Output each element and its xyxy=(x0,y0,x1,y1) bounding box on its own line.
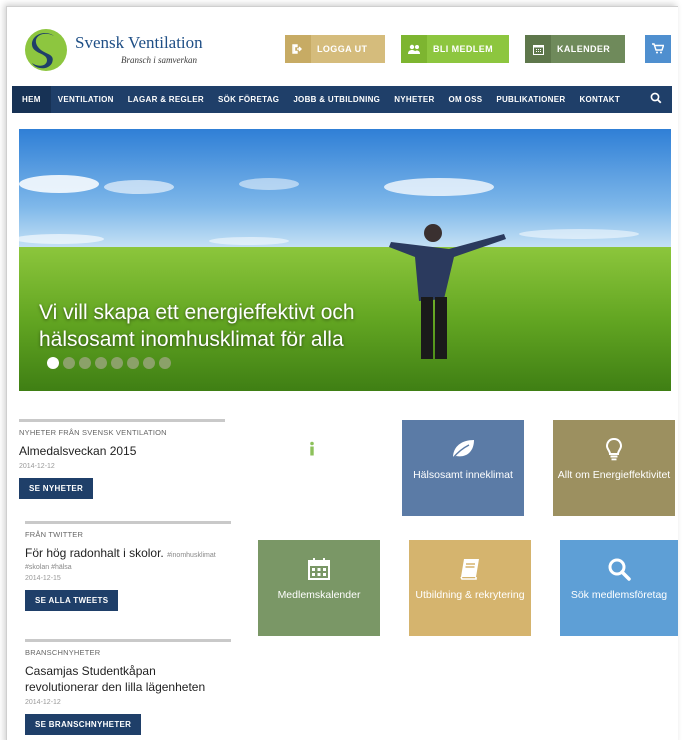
cart-button[interactable] xyxy=(645,35,671,63)
nav-item-hem[interactable]: HEM xyxy=(12,86,51,113)
divider xyxy=(25,639,231,642)
nav-item-sok-foretag[interactable]: SÖK FÖRETAG xyxy=(211,86,286,113)
page-frame: Svensk Ventilation Bransch i samverkan L… xyxy=(6,6,678,740)
logo-subtitle: Bransch i samverkan xyxy=(121,55,197,65)
logout-button[interactable]: LOGGA UT xyxy=(285,35,385,63)
logo-mark-icon xyxy=(25,29,67,71)
tweet-text[interactable]: För hög radonhalt i skolor. #inomhusklim… xyxy=(25,545,231,564)
nav-item-lagar-regler[interactable]: LAGAR & REGLER xyxy=(121,86,211,113)
tile-ventilation[interactable]: Allt om Ventilation xyxy=(251,420,373,516)
tweet-headline: För hög radonhalt i skolor. xyxy=(25,546,164,560)
tile-label: Sök medlemsföretag xyxy=(570,589,668,601)
nav-item-publikationer[interactable]: PUBLIKATIONER xyxy=(489,86,572,113)
tile-label: Utbildning & rekrytering xyxy=(415,589,525,601)
divider xyxy=(25,521,231,524)
slider-dot[interactable] xyxy=(159,357,171,369)
search-icon xyxy=(607,554,631,584)
tile-label: Hälsosamt inneklimat xyxy=(413,469,513,481)
slider-dot[interactable] xyxy=(95,357,107,369)
logout-label: LOGGA UT xyxy=(317,44,368,54)
slider-dot[interactable] xyxy=(63,357,75,369)
logo-title: Svensk Ventilation xyxy=(75,33,203,52)
nav-item-kontakt[interactable]: KONTAKT xyxy=(572,86,627,113)
tile-member-calendar[interactable]: Medlemskalender xyxy=(258,540,380,636)
see-bransch-news-button[interactable]: SE BRANSCHNYHETER xyxy=(25,714,142,735)
news-kicker: NYHETER FRÅN SVENSK VENTILATION xyxy=(19,428,167,437)
bransch-headline[interactable]: Casamjas Studentkåpan revolutionerar den… xyxy=(25,663,231,695)
slider-dot[interactable] xyxy=(79,357,91,369)
users-icon xyxy=(401,35,427,63)
bransch-date: 2014-12-12 xyxy=(25,699,61,706)
become-member-button[interactable]: BLI MEDLEM xyxy=(401,35,509,63)
hero-caption: Vi vill skapa ett energieffektivt och hä… xyxy=(39,301,355,351)
tile-energy-efficiency[interactable]: Allt om Energieffektivitet xyxy=(553,420,675,516)
site-logo[interactable]: Svensk Ventilation Bransch i samverkan xyxy=(23,27,213,77)
tile-label: Allt om Energieffektivitet xyxy=(557,469,671,481)
nav-item-om-oss[interactable]: OM OSS xyxy=(442,86,490,113)
nav-item-ventilation[interactable]: VENTILATION xyxy=(51,86,121,113)
tweet-tags[interactable]: #skolan #hälsa xyxy=(25,564,231,571)
tile-education[interactable]: Utbildning & rekrytering xyxy=(409,540,531,636)
book-icon xyxy=(459,554,481,584)
slider-dot[interactable] xyxy=(47,357,59,369)
lightbulb-icon xyxy=(605,434,623,464)
nav-item-jobb-utbildning[interactable]: JOBB & UTBILDNING xyxy=(286,86,387,113)
news-date: 2014-12-12 xyxy=(19,463,55,470)
news-block-bransch: BRANSCHNYHETER Casamjas Studentkåpan rev… xyxy=(25,639,231,735)
leaf-icon xyxy=(450,434,476,464)
see-all-tweets-button[interactable]: SE ALLA TWEETS xyxy=(25,590,119,611)
slider-dot[interactable] xyxy=(127,357,139,369)
tweet-date: 2014-12-15 xyxy=(25,575,61,582)
tile-search-members[interactable]: Sök medlemsföretag xyxy=(560,540,678,636)
tile-label: Allt om Ventilation xyxy=(270,469,354,481)
calendar-label: KALENDER xyxy=(557,44,611,54)
calendar-button[interactable]: KALENDER xyxy=(525,35,625,63)
divider xyxy=(19,419,225,422)
become-member-label: BLI MEDLEM xyxy=(433,44,493,54)
calendar-icon xyxy=(307,554,331,584)
slider-dot[interactable] xyxy=(143,357,155,369)
bransch-kicker: BRANSCHNYHETER xyxy=(25,648,101,657)
main-nav: HEM VENTILATION LAGAR & REGLER SÖK FÖRET… xyxy=(12,86,672,113)
news-headline[interactable]: Almedalsveckan 2015 xyxy=(19,443,225,459)
see-news-button[interactable]: SE NYHETER xyxy=(19,478,94,499)
news-block-svensk: NYHETER FRÅN SVENSK VENTILATION Almedals… xyxy=(19,419,225,499)
tile-healthy-climate[interactable]: Hälsosamt inneklimat xyxy=(402,420,524,516)
nav-item-nyheter[interactable]: NYHETER xyxy=(387,86,441,113)
slider-dot[interactable] xyxy=(111,357,123,369)
tweet-inline-tag[interactable]: #inomhusklimat xyxy=(167,552,216,559)
nav-search-icon[interactable] xyxy=(640,92,672,107)
logout-icon xyxy=(285,35,311,63)
hero-slider[interactable]: Vi vill skapa ett energieffektivt och hä… xyxy=(19,129,671,391)
slider-dots xyxy=(47,357,171,369)
cart-icon xyxy=(652,42,665,56)
news-block-twitter: FRÅN TWITTER För hög radonhalt i skolor.… xyxy=(25,521,231,611)
info-icon xyxy=(300,434,324,464)
twitter-kicker: FRÅN TWITTER xyxy=(25,530,84,539)
tile-label: Medlemskalender xyxy=(277,589,361,601)
calendar-icon xyxy=(525,35,551,63)
